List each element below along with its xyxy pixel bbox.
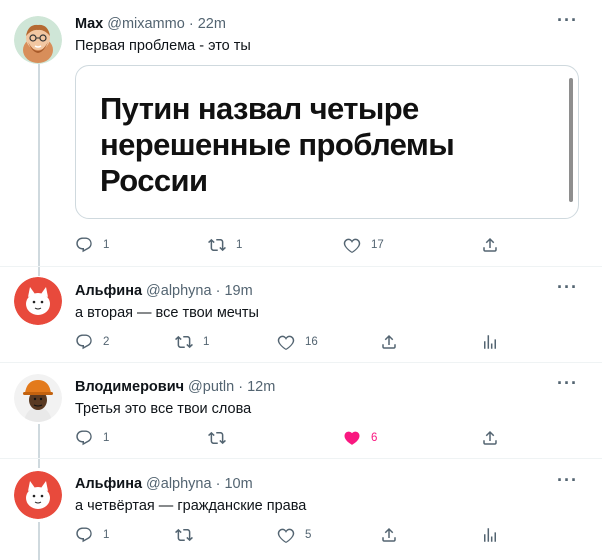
like-count: 17	[371, 239, 384, 251]
tweet-header: Альфина @alphyna · 19m	[75, 282, 253, 300]
heart-icon	[277, 528, 295, 544]
avatar[interactable]	[14, 471, 62, 519]
timestamp[interactable]: 10m	[224, 476, 252, 492]
avatar[interactable]	[14, 16, 62, 64]
retweet-button[interactable]	[175, 526, 203, 544]
share-button[interactable]	[481, 236, 499, 254]
reply-icon	[76, 527, 92, 543]
reply-icon	[76, 430, 92, 446]
display-name[interactable]: Альфина	[75, 476, 142, 492]
like-button[interactable]: 5	[277, 526, 311, 544]
separator-dot: ·	[238, 379, 244, 395]
tweet-header: Влодимерович @putln · 12m	[75, 378, 275, 396]
more-options-icon[interactable]: ···	[557, 374, 578, 392]
user-handle[interactable]: @alphyna	[146, 283, 212, 299]
display-name[interactable]: Влодимерович	[75, 379, 184, 395]
reply-count: 1	[103, 529, 110, 541]
divider	[0, 458, 602, 459]
separator-dot: ·	[215, 476, 221, 492]
link-card[interactable]: Путин назвал четыре нерешенные проблемы …	[75, 65, 579, 219]
reply-button[interactable]: 2	[75, 333, 109, 351]
reply-button[interactable]: 1	[75, 526, 109, 544]
tweet-actions: 1 1 17	[0, 236, 602, 256]
timestamp[interactable]: 12m	[247, 379, 275, 395]
tweet-header: Альфина @alphyna · 10m	[75, 475, 253, 493]
card-scrollbar[interactable]	[569, 78, 573, 202]
retweet-icon	[208, 431, 226, 445]
analytics-icon	[484, 335, 496, 349]
retweet-count: 1	[203, 336, 210, 348]
share-button[interactable]	[481, 429, 499, 447]
user-handle[interactable]: @putln	[188, 379, 234, 395]
avatar[interactable]	[14, 277, 62, 325]
tweet-actions: 1 5	[0, 526, 602, 546]
retweet-icon	[208, 238, 226, 252]
card-headline: Путин назвал четыре нерешенные проблемы …	[100, 91, 455, 198]
like-button[interactable]: 16	[277, 333, 318, 351]
like-count: 6	[371, 432, 378, 444]
more-options-icon[interactable]: ···	[557, 471, 578, 489]
tweet-header: Max @mixammo · 22m	[75, 15, 226, 33]
timestamp[interactable]: 22m	[198, 16, 226, 32]
heart-icon	[343, 238, 361, 254]
share-icon	[382, 334, 396, 349]
reply-count: 1	[103, 432, 110, 444]
reply-count: 2	[103, 336, 110, 348]
reply-count: 1	[103, 239, 110, 251]
tweet-text: а четвёртая — гражданские права	[75, 498, 307, 514]
display-name[interactable]: Альфина	[75, 283, 142, 299]
retweet-button[interactable]: 1	[208, 236, 242, 254]
reply-button[interactable]: 1	[75, 429, 109, 447]
analytics-button[interactable]	[481, 333, 499, 351]
analytics-icon	[484, 528, 496, 542]
separator-dot: ·	[215, 283, 221, 299]
tweet-actions: 1 6	[0, 429, 602, 449]
like-button[interactable]: 6	[343, 429, 377, 447]
retweet-icon	[175, 528, 193, 542]
like-button[interactable]: 17	[343, 236, 384, 254]
share-button[interactable]	[380, 526, 398, 544]
heart-icon	[277, 335, 295, 351]
divider	[0, 266, 602, 267]
more-options-icon[interactable]: ···	[557, 11, 578, 29]
display-name[interactable]: Max	[75, 16, 103, 32]
share-icon	[483, 430, 497, 445]
reply-button[interactable]: 1	[75, 236, 109, 254]
retweet-icon	[175, 335, 193, 349]
divider	[0, 362, 602, 363]
reply-icon	[76, 237, 92, 253]
share-icon	[382, 527, 396, 542]
reply-icon	[76, 334, 92, 350]
retweet-button[interactable]	[208, 429, 236, 447]
tweet-text: Третья это все твои слова	[75, 401, 252, 417]
retweet-button[interactable]: 1	[175, 333, 209, 351]
tweet-text: Первая проблема - это ты	[75, 38, 251, 54]
like-count: 16	[305, 336, 318, 348]
user-handle[interactable]: @mixammo	[107, 16, 185, 32]
more-options-icon[interactable]: ···	[557, 278, 578, 296]
tweet-actions: 2 1 16	[0, 333, 602, 353]
like-count: 5	[305, 529, 312, 541]
tweet-text: а вторая — все твои мечты	[75, 305, 259, 321]
timestamp[interactable]: 19m	[224, 283, 252, 299]
retweet-count: 1	[236, 239, 243, 251]
user-handle[interactable]: @alphyna	[146, 476, 212, 492]
heart-filled-icon	[344, 431, 360, 445]
avatar[interactable]	[14, 374, 62, 422]
analytics-button[interactable]	[481, 526, 499, 544]
share-icon	[483, 237, 497, 252]
separator-dot: ·	[188, 16, 194, 32]
share-button[interactable]	[380, 333, 398, 351]
